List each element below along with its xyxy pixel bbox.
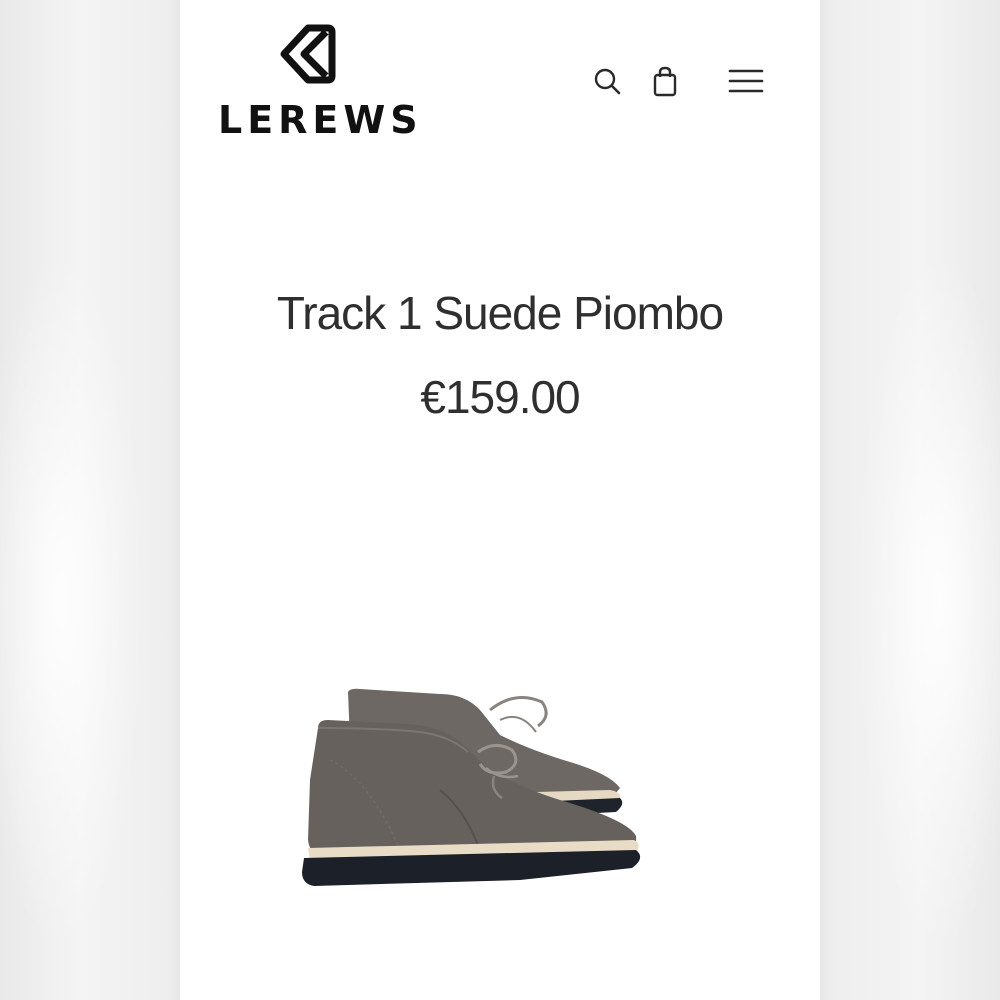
product-image[interactable] [290,680,710,910]
brand-name: LEREWS [218,98,423,142]
product-price: €159.00 [420,371,580,423]
shopping-bag-icon [653,66,677,97]
brand-logo[interactable]: LEREWS [218,22,423,142]
search-icon [594,68,621,95]
search-button[interactable] [590,64,626,100]
chevron-double-left-icon [280,24,336,84]
mobile-screen: LEREWS Track 1 Suede Piombo €159.00 [180,0,820,1000]
cart-button[interactable] [647,64,683,100]
hamburger-menu-icon [728,69,764,93]
product-title: Track 1 Suede Piombo [276,287,724,339]
menu-button[interactable] [728,64,764,100]
